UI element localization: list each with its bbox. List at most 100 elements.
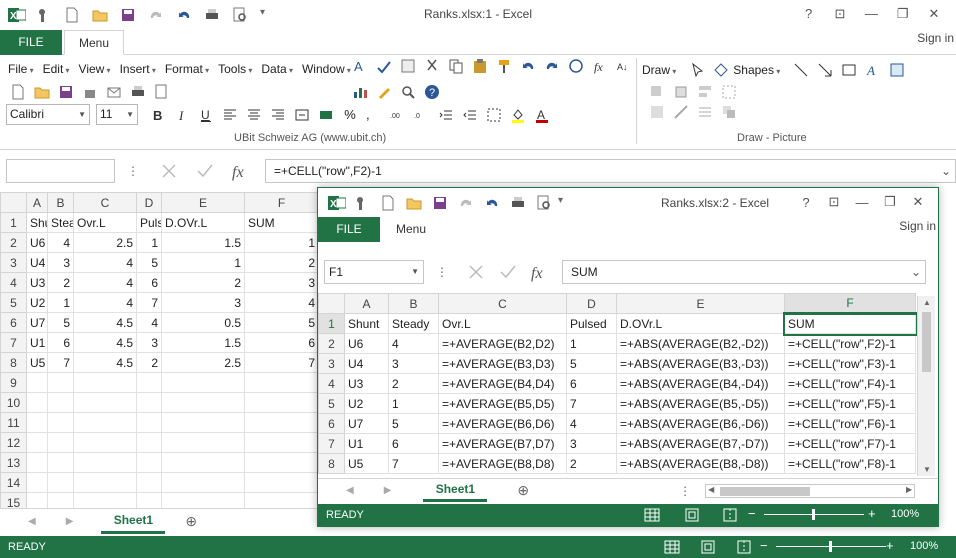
cell-c1[interactable]: Ovr.L — [438, 313, 567, 334]
print-preview-icon[interactable] — [536, 195, 552, 211]
scroll-down-icon[interactable]: ▼ — [923, 465, 931, 474]
cell-e1[interactable]: D.OVr.L — [161, 212, 245, 233]
cell-d11[interactable] — [136, 412, 162, 433]
row-header[interactable]: 1 — [0, 212, 27, 233]
shapes-icon[interactable] — [713, 62, 729, 78]
menu-tools[interactable]: Tools — [218, 62, 252, 76]
cell-a1[interactable]: Shunt — [344, 313, 389, 334]
row-header[interactable]: 9 — [0, 372, 27, 393]
cell-a7[interactable]: U1 — [344, 433, 389, 454]
cell-e4[interactable]: =+ABS(AVERAGE(B4,-D4)) — [616, 373, 785, 394]
expand-formula-icon[interactable]: ⌄ — [941, 160, 951, 182]
cell-f10[interactable] — [244, 392, 319, 413]
drawing-toolbar-icon[interactable] — [376, 84, 392, 100]
cell-f14[interactable] — [244, 472, 319, 493]
cell-d2[interactable]: 1 — [136, 232, 162, 253]
insert-function-icon[interactable]: fx — [231, 163, 251, 181]
cell-a12[interactable] — [26, 432, 48, 453]
cell-d6[interactable]: 4 — [566, 413, 617, 434]
cell-a3[interactable]: U4 — [26, 252, 48, 273]
paste-icon[interactable] — [472, 58, 488, 74]
tab-file[interactable]: FILE — [0, 29, 62, 55]
column-header-e[interactable]: E — [616, 293, 785, 314]
chevron-down-icon[interactable]: ▼ — [411, 261, 419, 283]
normal-view-icon[interactable] — [644, 507, 660, 526]
cell-a14[interactable] — [26, 472, 48, 493]
zoom-in-icon[interactable]: + — [886, 538, 894, 553]
column-header-d[interactable]: D — [566, 293, 617, 314]
menu-view[interactable]: View — [79, 62, 111, 76]
preview-icon[interactable] — [154, 84, 170, 100]
scroll-right-icon[interactable]: ▶ — [906, 485, 912, 494]
cell-b5[interactable]: 1 — [47, 292, 74, 313]
cell-e9[interactable] — [161, 372, 245, 393]
redo-icon[interactable] — [458, 195, 474, 211]
cancel-entry-icon[interactable] — [159, 163, 179, 179]
row-header[interactable]: 11 — [0, 412, 27, 433]
cell-f2[interactable]: 1 — [244, 232, 319, 253]
cell-e1[interactable]: D.OVr.L — [616, 313, 785, 334]
scroll-up-icon[interactable]: ▲ — [923, 298, 931, 307]
currency-icon[interactable] — [318, 107, 334, 123]
arrange-icon[interactable] — [721, 104, 737, 120]
comma-style-icon[interactable]: , — [366, 107, 382, 123]
row-header[interactable]: 7 — [0, 332, 27, 353]
cell-c10[interactable] — [73, 392, 137, 413]
minimize-icon[interactable]: — — [848, 195, 876, 210]
cell-b11[interactable] — [47, 412, 74, 433]
increase-decimal-icon[interactable]: .00 — [390, 107, 406, 123]
select-all-corner[interactable] — [0, 192, 27, 213]
cell-a1[interactable]: Shunt — [26, 212, 48, 233]
cell-f4[interactable]: 3 — [244, 272, 319, 293]
align-left-icon[interactable] — [222, 107, 238, 123]
page-layout-icon[interactable] — [684, 507, 700, 526]
cell-c14[interactable] — [73, 472, 137, 493]
align-right-icon[interactable] — [270, 107, 286, 123]
cell-c8[interactable]: 4.5 — [73, 352, 137, 373]
tab-file[interactable]: FILE — [318, 217, 380, 242]
row-header[interactable]: 6 — [0, 312, 27, 333]
menu-file[interactable]: File — [8, 62, 34, 76]
name-box[interactable]: F1 ▼ — [324, 260, 424, 284]
hyperlink-icon[interactable] — [568, 58, 584, 74]
cell-a5[interactable]: U2 — [344, 393, 389, 414]
menu-draw[interactable]: Draw — [642, 63, 676, 77]
column-header-e[interactable]: E — [161, 192, 245, 213]
scroll-thumb[interactable] — [922, 312, 931, 372]
cell-f8[interactable]: =+CELL("row",F8)-1 — [784, 453, 916, 474]
cell-e7[interactable]: =+ABS(AVERAGE(B7,-D7)) — [616, 433, 785, 454]
function-icon[interactable]: fx — [592, 58, 608, 74]
cell-b1[interactable]: Steady — [47, 212, 74, 233]
row-header[interactable]: 13 — [0, 452, 27, 473]
ribbon-display-icon[interactable]: ⊡ — [826, 6, 854, 22]
cell-b3[interactable]: 3 — [47, 252, 74, 273]
redo-toolbar-icon[interactable] — [544, 58, 560, 74]
cell-b4[interactable]: 2 — [388, 373, 439, 394]
cell-c1[interactable]: Ovr.L — [73, 212, 137, 233]
column-header-a[interactable]: A — [344, 293, 389, 314]
cell-a7[interactable]: U1 — [26, 332, 48, 353]
group-icon[interactable] — [721, 84, 737, 100]
cell-f12[interactable] — [244, 432, 319, 453]
worksheet-grid[interactable]: ABCDEF1ShuntSteadyOvr.LPulsedD.OVr.LSUM2… — [0, 192, 319, 513]
menu-shapes[interactable]: Shapes — [733, 63, 780, 77]
mail-icon[interactable] — [106, 84, 122, 100]
font-size-select[interactable]: 11 ▼ — [96, 104, 138, 125]
save-icon[interactable] — [432, 195, 448, 211]
rectangle-icon[interactable] — [841, 62, 857, 78]
cell-c2[interactable]: 2.5 — [73, 232, 137, 253]
fill-color-icon[interactable] — [510, 107, 526, 123]
row-header[interactable]: 10 — [0, 392, 27, 413]
underline-icon[interactable]: U — [198, 107, 214, 123]
cell-a9[interactable] — [26, 372, 48, 393]
line-style-icon[interactable] — [697, 104, 713, 120]
column-header-d[interactable]: D — [136, 192, 162, 213]
sheet-scroll-left-icon[interactable]: ◀ — [28, 516, 36, 527]
select-objects-icon[interactable] — [689, 62, 705, 78]
open-icon[interactable] — [34, 84, 50, 100]
print-toolbar-icon[interactable] — [130, 84, 146, 100]
zoom-out-icon[interactable]: − — [760, 538, 768, 553]
cell-b8[interactable]: 7 — [388, 453, 439, 474]
cell-f7[interactable]: =+CELL("row",F7)-1 — [784, 433, 916, 454]
cell-f5[interactable]: =+CELL("row",F5)-1 — [784, 393, 916, 414]
